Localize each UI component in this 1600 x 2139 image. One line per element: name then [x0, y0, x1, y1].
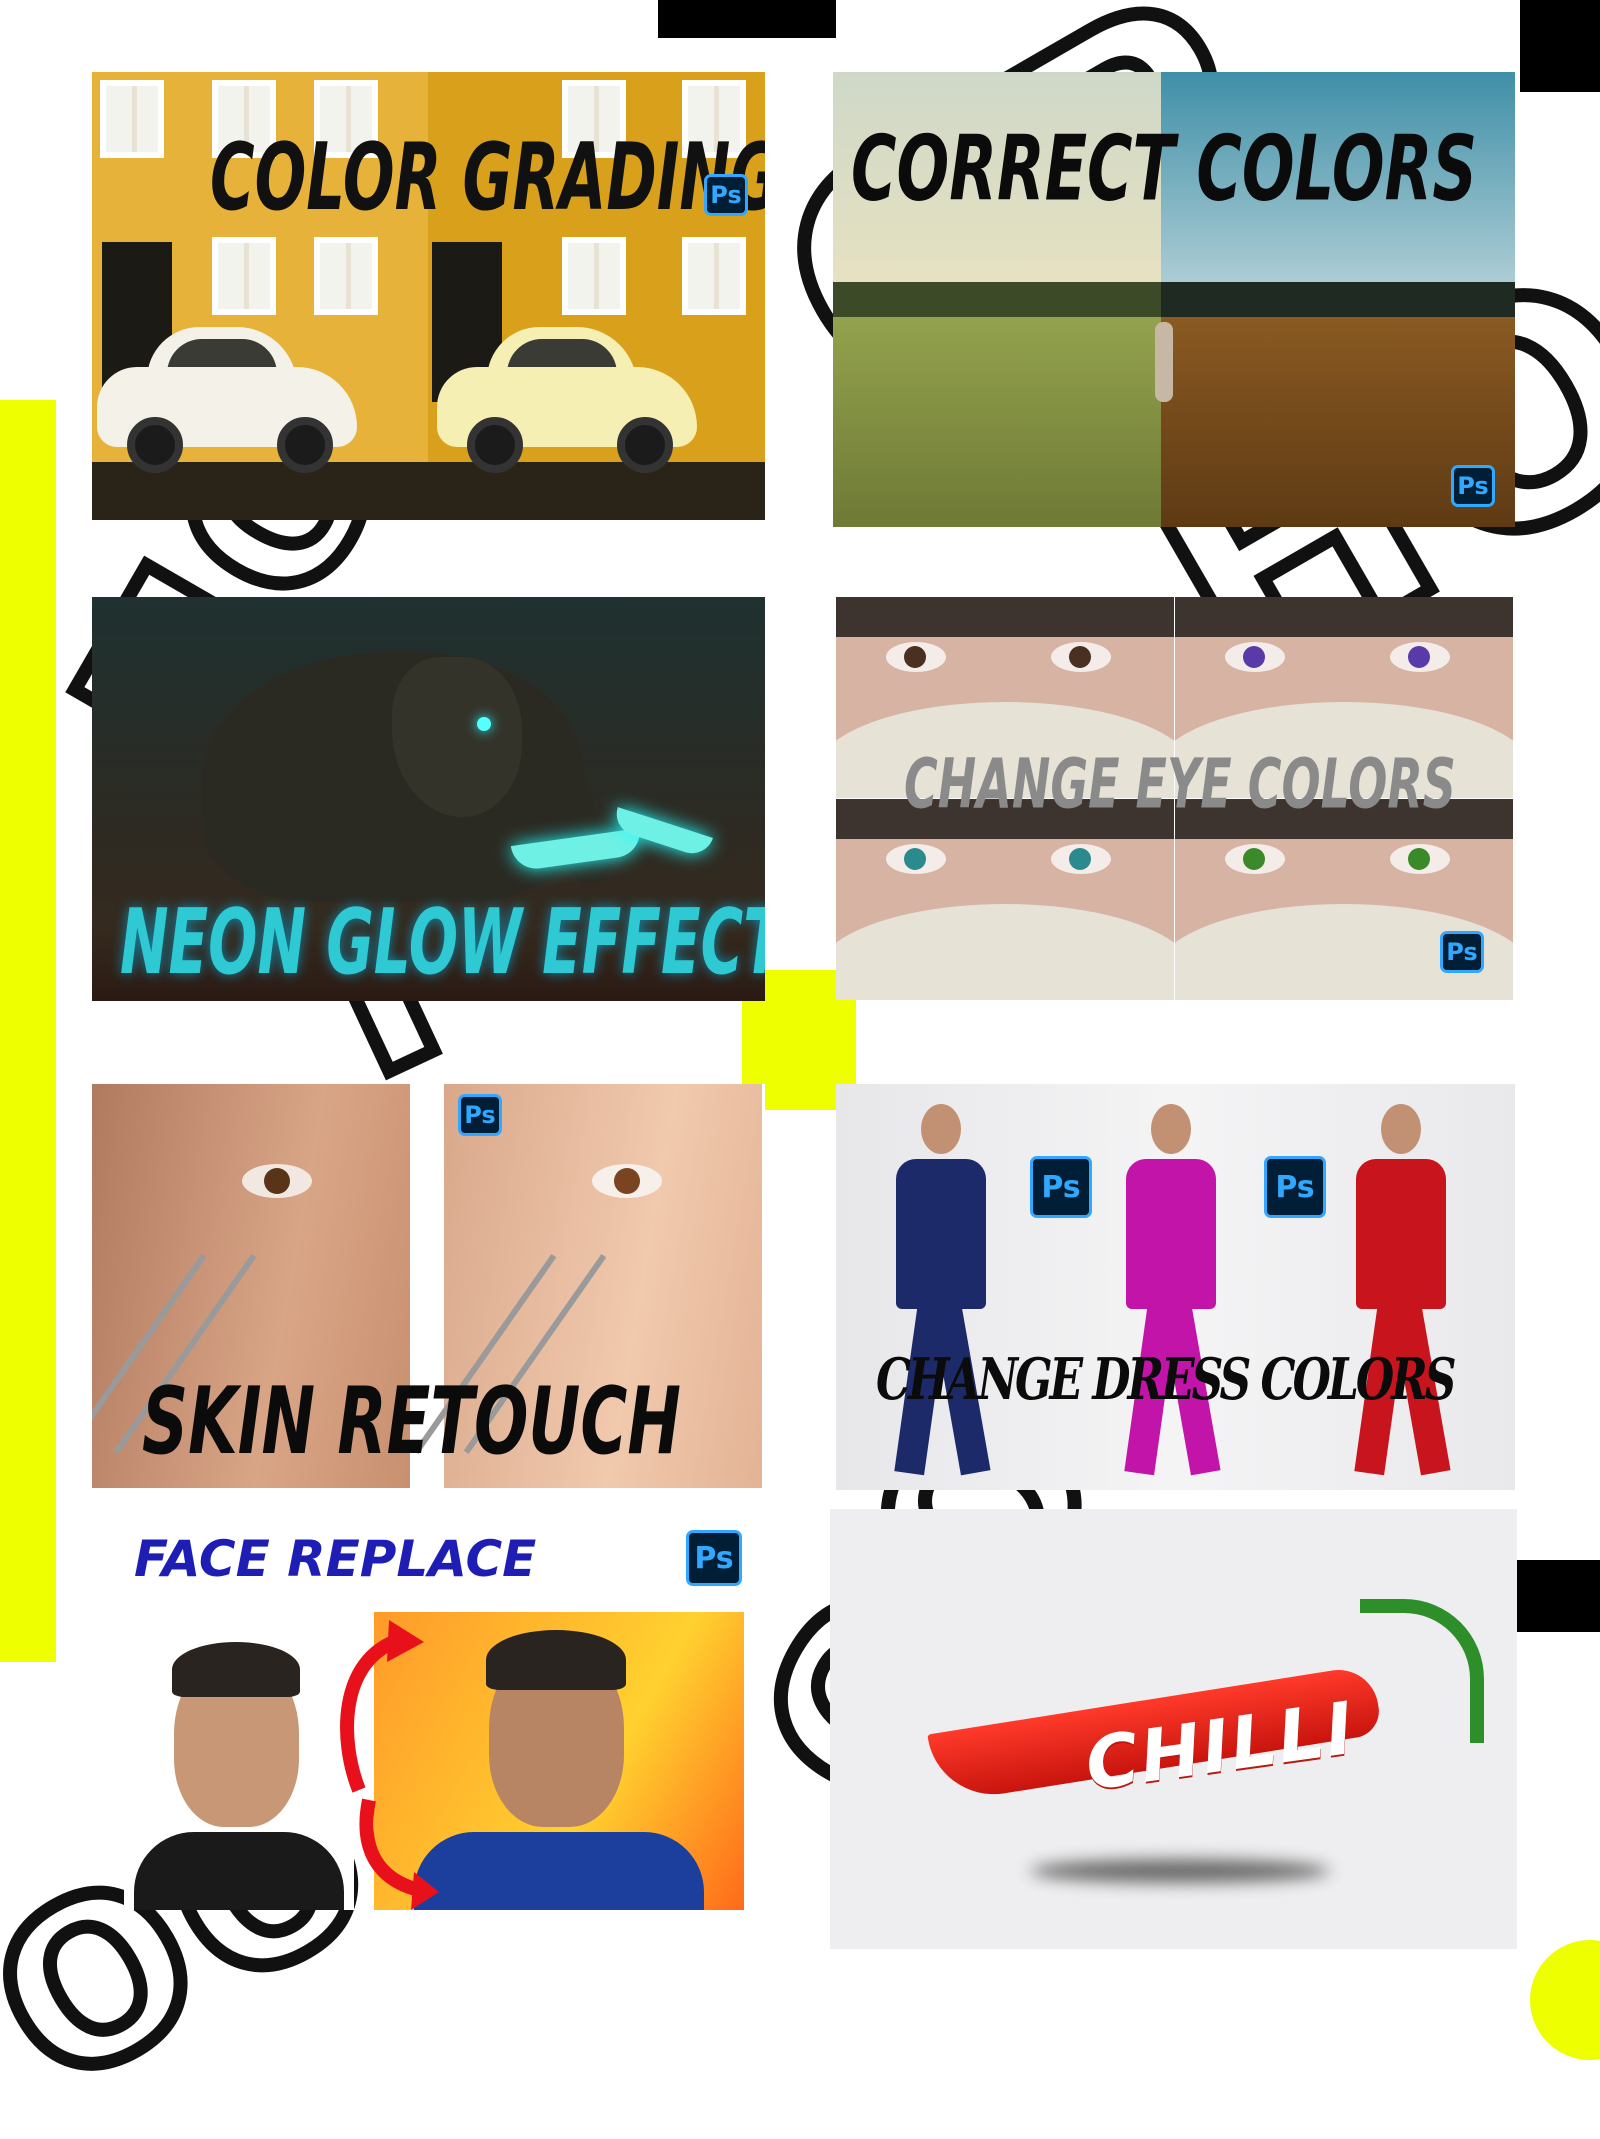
photoshop-icon: Ps — [1264, 1156, 1326, 1218]
tile-correct-colors[interactable]: CORRECT COLORS Ps — [833, 72, 1515, 527]
tile-title: NEON GLOW EFFECT — [120, 889, 765, 995]
tile-title: CHANGE DRESS COLORS — [876, 1346, 1456, 1414]
tile-title: COLOR GRADING — [210, 124, 765, 233]
tile-title: SKIN RETOUCH — [142, 1368, 681, 1477]
photoshop-icon: Ps — [704, 174, 748, 216]
tile-neon-glow[interactable]: NEON GLOW EFFECT — [92, 597, 765, 1001]
tile-face-replace[interactable]: FACE REPLACE Ps — [124, 1530, 744, 1910]
tile-dress-colors[interactable]: CHANGE DRESS COLORS Ps Ps — [836, 1084, 1515, 1490]
tile-chilli[interactable]: CHILLI — [830, 1509, 1517, 1949]
photoshop-icon: Ps — [1030, 1156, 1092, 1218]
left-yellow-bar — [0, 400, 56, 1662]
swap-arrows-icon — [340, 1620, 439, 1910]
photoshop-icon: Ps — [1451, 465, 1495, 507]
tile-skin-retouch[interactable]: SKIN RETOUCH Ps — [92, 1084, 765, 1488]
tile-title: CORRECT COLORS — [851, 115, 1478, 222]
original-face-photo — [124, 1612, 354, 1910]
photoshop-icon: Ps — [1440, 931, 1484, 973]
corner-yellow-circle — [1530, 1940, 1600, 2060]
tile-title: FACE REPLACE — [134, 1530, 537, 1588]
photoshop-icon: Ps — [686, 1530, 742, 1586]
tile-color-grading[interactable]: COLOR GRADING Ps — [92, 72, 765, 520]
photoshop-icon: Ps — [458, 1094, 502, 1136]
tile-title: CHANGE EYE COLORS — [904, 743, 1456, 824]
tile-eye-colors[interactable]: CHANGE EYE COLORS Ps — [836, 597, 1513, 1000]
top-right-black-block — [1520, 0, 1600, 92]
top-black-block — [658, 0, 836, 38]
